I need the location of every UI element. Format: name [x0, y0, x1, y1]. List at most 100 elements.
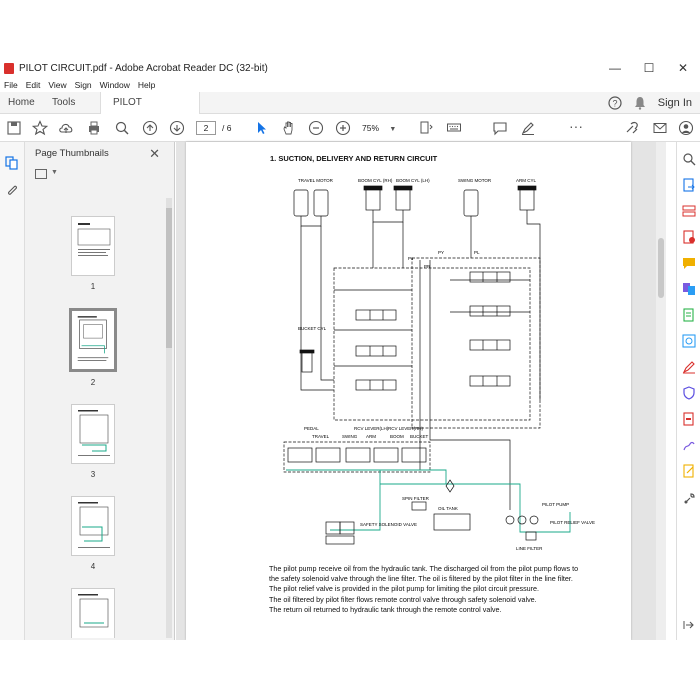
label-boom-cyl-rh: BOOM CYL (RH) [358, 178, 393, 183]
label-bucket: BUCKET [410, 434, 429, 439]
combine-files-icon[interactable] [682, 282, 696, 296]
page-up-icon[interactable] [142, 120, 158, 136]
remote-control-valves [283, 441, 431, 473]
page-number-input[interactable]: 2 [196, 121, 216, 135]
window-title-row: PILOT CIRCUIT.pdf - Adobe Acrobat Reader… [0, 58, 700, 78]
thumbnail-page-1[interactable] [71, 216, 115, 276]
request-signature-icon[interactable] [682, 438, 696, 452]
tab-tools[interactable]: Tools [52, 92, 75, 114]
star-icon[interactable] [32, 120, 48, 136]
hydraulic-schematic: TRAVEL MOTOR BOOM CYL (RH) BOOM CYL (LH)… [283, 178, 595, 551]
main-control-valve [300, 222, 541, 429]
thumbnail-scrollbar[interactable] [166, 198, 172, 638]
maximize-button[interactable]: ☐ [632, 58, 666, 78]
minimize-button[interactable]: — [598, 58, 632, 78]
account-icon[interactable] [678, 120, 694, 136]
page-down-icon[interactable] [169, 120, 185, 136]
tab-bar-right: ? Sign In [608, 92, 692, 114]
link-edit-icon[interactable] [624, 120, 640, 136]
zoom-in-icon[interactable] [335, 120, 351, 136]
close-button[interactable]: ✕ [666, 58, 700, 78]
keyboard-icon[interactable] [446, 120, 462, 136]
thumbnail-label-3: 3 [90, 470, 96, 479]
sign-in-link[interactable]: Sign In [658, 97, 692, 109]
hand-tool-icon[interactable] [281, 120, 297, 136]
label-travel-motor: TRAVEL MOTOR [298, 178, 334, 183]
menu-help[interactable]: Help [138, 78, 155, 92]
zoom-search-icon[interactable] [114, 120, 130, 136]
more-options-icon[interactable]: ··· [568, 119, 584, 136]
tab-document[interactable]: PILOT CIRCUIT.pdf × [100, 92, 200, 130]
acrobat-icon [4, 62, 14, 74]
page-total: / 6 [222, 123, 232, 133]
thumbnail-page-4[interactable] [71, 496, 115, 556]
label-oil-tank: OIL TANK [438, 506, 458, 511]
comment-icon[interactable] [492, 120, 508, 136]
close-panel-icon[interactable]: ✕ [149, 142, 160, 166]
prepare-form-icon[interactable] [682, 464, 696, 478]
menu-window[interactable]: Window [100, 78, 130, 92]
thumbnail-page-3[interactable] [71, 404, 115, 464]
help-icon[interactable]: ? [608, 96, 622, 110]
chevron-down-icon: ▼ [51, 169, 58, 176]
thumbnail-page-5[interactable] [71, 588, 115, 638]
svg-text:?: ? [612, 99, 617, 109]
more-tools-icon[interactable] [682, 492, 696, 506]
create-pdf-icon[interactable] [682, 230, 696, 244]
menu-edit[interactable]: Edit [26, 78, 41, 92]
label-boom-cyl-lh: BOOM CYL (LH) [396, 178, 430, 183]
organize-pages-icon[interactable] [682, 204, 696, 218]
paragraph-line-4: The oil filtered by pilot filter flows r… [269, 594, 537, 604]
document-scroll-thumb[interactable] [658, 238, 664, 298]
redact-icon[interactable] [682, 412, 696, 426]
label-ps: Ps [408, 256, 414, 261]
thumbnail-page-2[interactable] [69, 308, 117, 372]
print-icon[interactable] [86, 120, 102, 136]
chevron-down-icon: ▼ [389, 126, 397, 133]
menu-view[interactable]: View [48, 78, 66, 92]
label-pilot-pump: PILOT PUMP [542, 502, 569, 507]
edit-pdf-icon[interactable] [682, 308, 696, 322]
protect-shield-icon[interactable] [682, 386, 696, 400]
label-pilot-relief-valve: PILOT RELIEF VALVE [550, 520, 595, 525]
label-bucket-cyl: BUCKET CYL [298, 326, 327, 331]
paragraph-line-1: The pilot pump receive oil from the hydr… [269, 564, 579, 573]
label-swing-motor: SWING MOTOR [458, 178, 492, 183]
fill-sign-icon[interactable] [682, 360, 696, 374]
boom-cylinder-symbols [363, 185, 413, 223]
window-title: PILOT CIRCUIT.pdf - Adobe Acrobat Reader… [19, 62, 268, 74]
search-tool-icon[interactable] [682, 152, 696, 166]
menu-sign[interactable]: Sign [75, 78, 92, 92]
label-spin-filter: SPIN FILTER [402, 496, 430, 501]
thumbnail-scroll-thumb[interactable] [166, 208, 172, 348]
bottom-margin [0, 640, 700, 700]
tab-home[interactable]: Home [8, 92, 35, 114]
thumbnail-label-2: 2 [90, 378, 96, 387]
zoom-out-icon[interactable] [308, 120, 324, 136]
collapse-pane-icon[interactable] [682, 618, 696, 632]
arm-cylinder-symbol [517, 185, 541, 400]
comment-tool-icon[interactable] [682, 256, 696, 270]
thumbnail-options-icon[interactable] [35, 169, 47, 179]
upload-cloud-icon[interactable] [58, 120, 74, 136]
label-safety-solenoid-valve: SAFETY SOLENOID VALVE [360, 522, 417, 527]
label-arm: ARM [366, 434, 376, 439]
save-icon[interactable] [6, 120, 22, 136]
document-scrollbar[interactable] [656, 142, 666, 640]
tab-bar: Home Tools PILOT CIRCUIT.pdf × ? Sign In [0, 92, 700, 130]
export-pdf-icon[interactable] [682, 178, 696, 192]
page-fit-icon[interactable] [418, 120, 434, 136]
enhance-scan-icon[interactable] [682, 334, 696, 348]
select-cursor-icon[interactable] [254, 120, 270, 136]
thumbnail-options[interactable]: ▼ [25, 166, 174, 184]
main-toolbar: 2 / 6 75% ▼ ··· [0, 114, 700, 142]
page-thumbnails-panel: Page Thumbnails ✕ ▼ 1 2 3 4 [25, 142, 175, 640]
pilot-lines [286, 469, 571, 533]
menu-file[interactable]: File [4, 78, 18, 92]
page-thumbnails-icon[interactable] [5, 156, 19, 170]
attachment-icon[interactable] [5, 184, 19, 198]
email-icon[interactable] [652, 120, 668, 136]
highlight-pen-icon[interactable] [520, 120, 536, 136]
bell-icon[interactable] [634, 96, 646, 110]
zoom-level-dropdown[interactable]: 75% ▼ [362, 121, 402, 135]
